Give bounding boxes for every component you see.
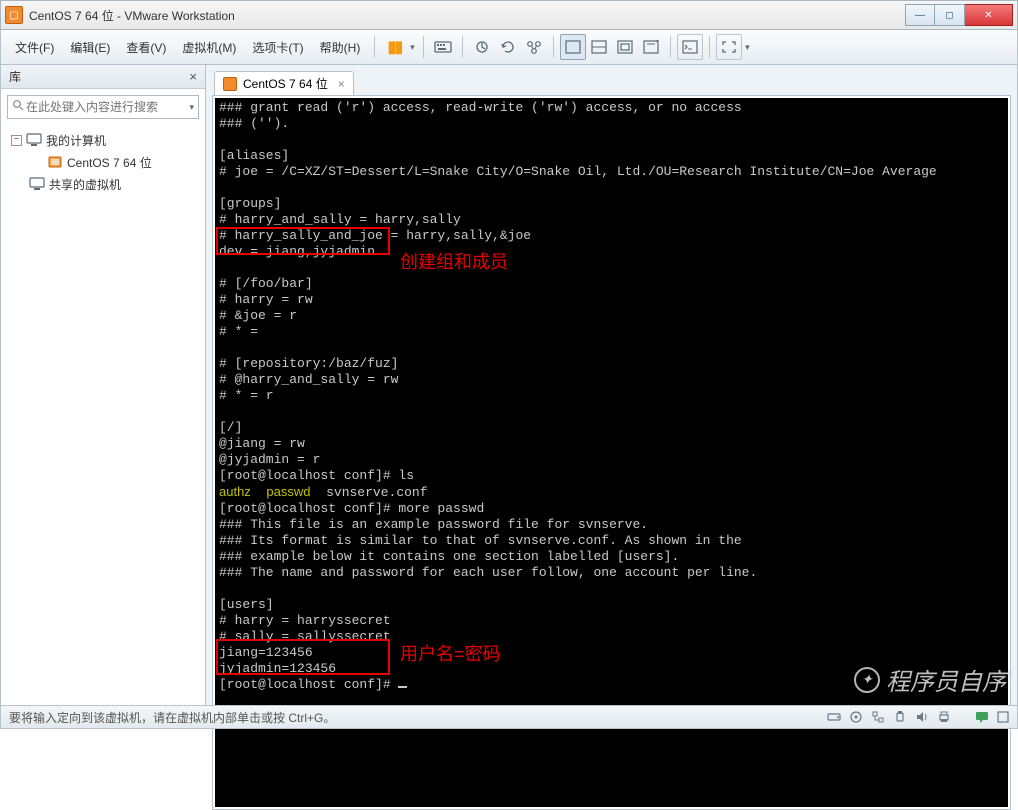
collapse-icon[interactable]: − bbox=[11, 135, 22, 146]
view-multiple-icon[interactable] bbox=[586, 34, 612, 60]
sidebar-title: 库 bbox=[9, 68, 21, 85]
tab-close-icon[interactable]: × bbox=[338, 77, 345, 91]
pause-icon[interactable]: ▮▮ bbox=[381, 34, 407, 60]
power-dropdown-icon[interactable]: ▾ bbox=[407, 42, 417, 53]
window-buttons: — ◻ ✕ bbox=[905, 4, 1013, 26]
vm-tab-icon bbox=[223, 77, 237, 91]
tree-vm-label: CentOS 7 64 位 bbox=[67, 154, 152, 171]
menu-tabs[interactable]: 选项卡(T) bbox=[244, 36, 311, 59]
shared-icon bbox=[29, 177, 45, 191]
tree-shared-vms[interactable]: 共享的虚拟机 bbox=[7, 173, 199, 195]
separator bbox=[374, 36, 375, 58]
separator bbox=[423, 36, 424, 58]
annotation-box-users bbox=[216, 639, 390, 675]
statusbar-hint: 要将输入定向到该虚拟机，请在虚拟机内部单击或按 Ctrl+G。 bbox=[9, 709, 335, 726]
separator bbox=[553, 36, 554, 58]
watermark-icon: ✦ bbox=[854, 667, 880, 693]
tree-vm-centos[interactable]: CentOS 7 64 位 bbox=[7, 151, 199, 173]
app-icon: ▢ bbox=[5, 6, 23, 24]
status-sound-icon[interactable] bbox=[915, 710, 929, 724]
tab-centos[interactable]: CentOS 7 64 位 × bbox=[214, 71, 354, 95]
menu-view[interactable]: 查看(V) bbox=[118, 36, 174, 59]
separator bbox=[709, 36, 710, 58]
snapshot-icon[interactable] bbox=[469, 34, 495, 60]
annotation-box-groups bbox=[216, 227, 390, 255]
status-cd-icon[interactable] bbox=[849, 710, 863, 724]
tab-label: CentOS 7 64 位 bbox=[243, 75, 328, 92]
status-hdd-icon[interactable] bbox=[827, 710, 841, 724]
tree-root-label: 我的计算机 bbox=[46, 132, 106, 149]
titlebar: ▢ CentOS 7 64 位 - VMware Workstation — ◻… bbox=[0, 0, 1018, 30]
status-network-icon[interactable] bbox=[871, 710, 885, 724]
statusbar-icons bbox=[827, 710, 1009, 724]
snapshot-manager-icon[interactable] bbox=[521, 34, 547, 60]
sidebar: 库 × ▾ − 我的计算机 CentOS 7 64 位 bbox=[1, 65, 206, 705]
separator bbox=[462, 36, 463, 58]
menu-edit[interactable]: 编辑(E) bbox=[62, 36, 118, 59]
send-keys-icon[interactable] bbox=[430, 34, 456, 60]
computer-icon bbox=[26, 133, 42, 147]
vm-icon bbox=[47, 155, 63, 169]
menu-help[interactable]: 帮助(H) bbox=[312, 36, 369, 59]
sidebar-header: 库 × bbox=[1, 65, 205, 89]
watermark: ✦ 程序员自序 bbox=[854, 662, 1006, 697]
tree-shared-label: 共享的虚拟机 bbox=[49, 176, 121, 193]
search-box[interactable]: ▾ bbox=[7, 95, 199, 119]
main-area: 库 × ▾ − 我的计算机 CentOS 7 64 位 bbox=[0, 65, 1018, 705]
watermark-text: 程序员自序 bbox=[886, 662, 1006, 697]
menu-vm[interactable]: 虚拟机(M) bbox=[174, 36, 244, 59]
sidebar-close-icon[interactable]: × bbox=[189, 69, 197, 84]
snapshot-revert-icon[interactable] bbox=[495, 34, 521, 60]
fullscreen-icon[interactable] bbox=[716, 34, 742, 60]
separator bbox=[670, 36, 671, 58]
minimize-button[interactable]: — bbox=[905, 4, 935, 26]
terminal[interactable]: ### grant read ('r') access, read-write … bbox=[215, 98, 1008, 807]
search-icon bbox=[12, 98, 26, 116]
annotation-label-groups: 创建组和成员 bbox=[400, 254, 508, 270]
annotation-label-users: 用户名=密码 bbox=[400, 646, 501, 662]
close-button[interactable]: ✕ bbox=[965, 4, 1013, 26]
terminal-container: ### grant read ('r') access, read-write … bbox=[212, 95, 1011, 810]
status-usb-icon[interactable] bbox=[893, 710, 907, 724]
view-unity-icon[interactable] bbox=[612, 34, 638, 60]
window-title: CentOS 7 64 位 - VMware Workstation bbox=[29, 7, 905, 24]
content-area: CentOS 7 64 位 × ### grant read ('r') acc… bbox=[206, 65, 1017, 705]
tree-root-mycomputer[interactable]: − 我的计算机 bbox=[7, 129, 199, 151]
menubar: 文件(F) 编辑(E) 查看(V) 虚拟机(M) 选项卡(T) 帮助(H) ▮▮… bbox=[0, 30, 1018, 65]
view-console-icon[interactable] bbox=[638, 34, 664, 60]
tabstrip: CentOS 7 64 位 × bbox=[212, 71, 1011, 95]
status-expand-icon[interactable] bbox=[997, 711, 1009, 723]
maximize-button[interactable]: ◻ bbox=[935, 4, 965, 26]
status-printer-icon[interactable] bbox=[937, 710, 951, 724]
fullscreen-dropdown-icon[interactable]: ▾ bbox=[742, 42, 752, 53]
terminal-icon[interactable] bbox=[677, 34, 703, 60]
status-message-icon[interactable] bbox=[975, 710, 989, 724]
search-dropdown-icon[interactable]: ▾ bbox=[189, 102, 194, 113]
view-single-icon[interactable] bbox=[560, 34, 586, 60]
statusbar: 要将输入定向到该虚拟机，请在虚拟机内部单击或按 Ctrl+G。 bbox=[0, 705, 1018, 729]
search-input[interactable] bbox=[26, 100, 189, 114]
library-tree: − 我的计算机 CentOS 7 64 位 共享的虚拟机 bbox=[1, 125, 205, 199]
menu-file[interactable]: 文件(F) bbox=[7, 36, 62, 59]
